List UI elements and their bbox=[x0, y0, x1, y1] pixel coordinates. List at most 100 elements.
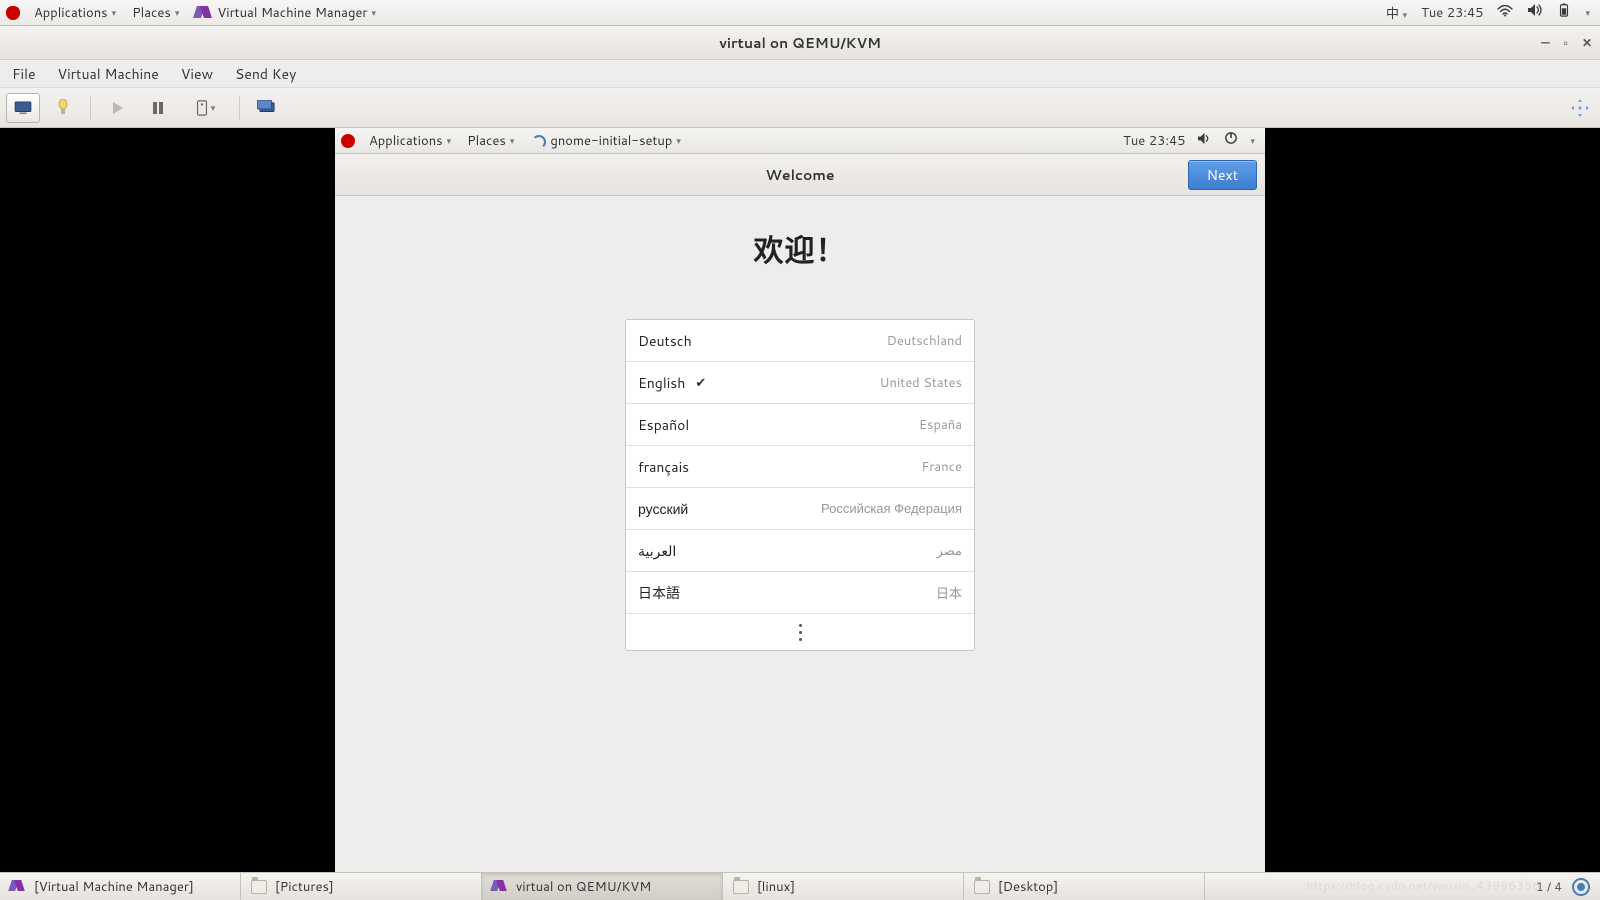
redhat-icon bbox=[341, 134, 355, 148]
vmm-toolbar: ▾ bbox=[0, 88, 1600, 128]
vmm-titlebar[interactable]: virtual on QEMU/KVM — ▫ ✕ bbox=[0, 26, 1600, 60]
menu-virtual-machine[interactable]: Virtual Machine bbox=[58, 64, 159, 84]
menu-view[interactable]: View bbox=[181, 64, 213, 84]
virt-manager-icon bbox=[10, 880, 26, 894]
initial-setup-icon bbox=[530, 133, 546, 149]
volume-icon[interactable] bbox=[1197, 132, 1212, 150]
guest-applications-menu[interactable]: Applications ▾ bbox=[361, 132, 459, 150]
shutdown-button[interactable]: ▾ bbox=[181, 93, 229, 123]
language-name: Español bbox=[638, 415, 689, 435]
taskbar-item[interactable]: [linux] bbox=[723, 873, 964, 900]
taskbar-item-label: virtual on QEMU/KVM bbox=[516, 878, 651, 896]
guest-active-app-label: gnome-initial-setup bbox=[550, 132, 672, 150]
guest-active-app-menu[interactable]: gnome-initial-setup ▾ bbox=[522, 132, 689, 150]
pause-button[interactable] bbox=[141, 93, 175, 123]
close-button[interactable]: ✕ bbox=[1582, 34, 1592, 51]
move-viewport-icon[interactable] bbox=[1570, 98, 1590, 118]
fullscreen-button[interactable] bbox=[250, 93, 284, 123]
gis-header-title: Welcome bbox=[765, 165, 834, 185]
language-name: русский bbox=[638, 499, 688, 519]
chevron-down-icon[interactable]: ▾ bbox=[1250, 134, 1255, 147]
language-row[interactable]: русский Российская Федерация bbox=[626, 488, 974, 530]
language-region: Deutschland bbox=[887, 332, 962, 350]
language-name: English bbox=[638, 373, 685, 393]
language-region: España bbox=[919, 416, 962, 434]
language-row[interactable]: Español España bbox=[626, 404, 974, 446]
toolbar-separator bbox=[239, 96, 240, 120]
taskbar-item-label: [linux] bbox=[757, 878, 795, 896]
taskbar-item[interactable]: [Desktop] bbox=[964, 873, 1205, 900]
language-list: DeutschDeutschlandEnglish✔United StatesE… bbox=[625, 319, 975, 651]
language-row[interactable]: العربية مصر bbox=[626, 530, 974, 572]
gis-body: 欢迎！ Deutsch Deutschland English✔United Sta… bbox=[335, 196, 1265, 876]
language-region: Российская Федерация bbox=[821, 500, 962, 518]
host-taskbar: [Virtual Machine Manager] [Pictures] virtu… bbox=[0, 872, 1600, 900]
chevron-down-icon: ▾ bbox=[175, 6, 180, 19]
welcome-heading: 欢迎！ bbox=[754, 226, 847, 271]
details-view-button[interactable] bbox=[46, 93, 80, 123]
guest-top-panel: Applications ▾ Places ▾ gnome-initial-se… bbox=[335, 128, 1265, 154]
language-row[interactable]: Deutsch Deutschland bbox=[626, 320, 974, 362]
redhat-icon bbox=[6, 6, 20, 20]
vmm-menubar: File Virtual Machine View Send Key bbox=[0, 60, 1600, 88]
minimize-button[interactable]: — bbox=[1541, 34, 1550, 51]
folder-icon bbox=[974, 880, 990, 894]
accessibility-icon[interactable] bbox=[1572, 878, 1590, 896]
page-indicator: 1 / 4 bbox=[1536, 878, 1562, 895]
language-row[interactable]: français France bbox=[626, 446, 974, 488]
language-name: 日本語 bbox=[638, 583, 680, 603]
language-region: France bbox=[921, 458, 962, 476]
volume-icon[interactable] bbox=[1527, 3, 1543, 22]
host-clock[interactable]: Tue 23:45 bbox=[1421, 4, 1483, 22]
chevron-down-icon: ▾ bbox=[211, 101, 216, 114]
guest-clock[interactable]: Tue 23:45 bbox=[1123, 132, 1185, 150]
host-applications-label: Applications bbox=[34, 4, 108, 22]
host-top-panel: Applications ▾ Places ▾ Virtual Machine … bbox=[0, 0, 1600, 26]
host-places-label: Places bbox=[132, 4, 171, 22]
chevron-down-icon: ▾ bbox=[112, 6, 117, 19]
language-name: Deutsch bbox=[638, 331, 692, 351]
chevron-down-icon: ▾ bbox=[676, 134, 681, 147]
language-row[interactable]: 日本語日本 bbox=[626, 572, 974, 614]
guest-console-area[interactable]: Applications ▾ Places ▾ gnome-initial-se… bbox=[0, 128, 1600, 876]
virt-manager-icon bbox=[492, 880, 508, 894]
power-icon[interactable] bbox=[1224, 131, 1238, 150]
guest-screen: Applications ▾ Places ▾ gnome-initial-se… bbox=[335, 128, 1265, 876]
next-button[interactable]: Next bbox=[1188, 160, 1257, 190]
folder-icon bbox=[733, 880, 749, 894]
run-button[interactable] bbox=[101, 93, 135, 123]
language-name: français bbox=[638, 457, 689, 477]
menu-send-key[interactable]: Send Key bbox=[235, 64, 296, 84]
language-more-button[interactable] bbox=[626, 614, 974, 650]
host-applications-menu[interactable]: Applications ▾ bbox=[26, 0, 124, 25]
language-name: العربية bbox=[638, 541, 676, 561]
menu-file[interactable]: File bbox=[12, 64, 36, 84]
console-view-button[interactable] bbox=[6, 93, 40, 123]
taskbar-item[interactable]: [Pictures] bbox=[241, 873, 482, 900]
folder-icon bbox=[251, 880, 267, 894]
taskbar-item[interactable]: [Virtual Machine Manager] bbox=[0, 873, 241, 900]
toolbar-separator bbox=[90, 96, 91, 120]
language-region: United States bbox=[879, 374, 962, 392]
taskbar-item[interactable]: virtual on QEMU/KVM bbox=[482, 873, 723, 900]
vmm-window-title: virtual on QEMU/KVM bbox=[719, 33, 881, 53]
chevron-down-icon: ▾ bbox=[447, 134, 452, 147]
language-region: مصر bbox=[937, 542, 962, 560]
guest-applications-label: Applications bbox=[369, 132, 443, 150]
vmm-window: virtual on QEMU/KVM — ▫ ✕ File Virtual M… bbox=[0, 26, 1600, 876]
chevron-down-icon[interactable]: ▾ bbox=[1585, 6, 1590, 19]
ime-indicator[interactable]: 中 ▾ bbox=[1386, 3, 1407, 23]
language-row[interactable]: English✔United States bbox=[626, 362, 974, 404]
wifi-icon[interactable] bbox=[1497, 4, 1513, 22]
chevron-down-icon: ▾ bbox=[372, 6, 377, 19]
gis-headerbar: Welcome Next bbox=[335, 154, 1265, 196]
battery-icon[interactable] bbox=[1557, 3, 1571, 22]
taskbar-item-label: [Virtual Machine Manager] bbox=[34, 878, 194, 896]
chevron-down-icon: ▾ bbox=[510, 134, 515, 147]
host-places-menu[interactable]: Places ▾ bbox=[124, 0, 187, 25]
more-icon bbox=[799, 623, 802, 642]
maximize-button[interactable]: ▫ bbox=[1564, 34, 1568, 51]
host-active-app-menu[interactable]: Virtual Machine Manager ▾ bbox=[187, 0, 384, 25]
guest-places-menu[interactable]: Places ▾ bbox=[459, 132, 522, 150]
host-tray: 1 / 4 bbox=[1526, 873, 1600, 900]
